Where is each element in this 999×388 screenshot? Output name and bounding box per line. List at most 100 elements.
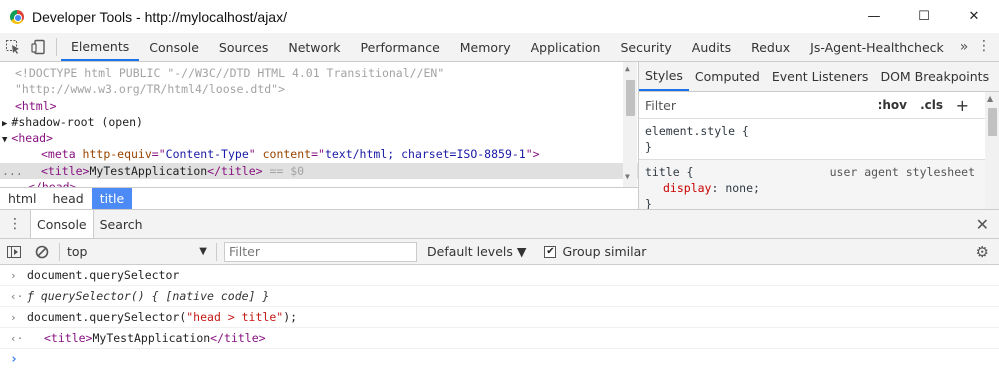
result-arrow-icon: ‹· [10,290,24,303]
group-similar-checkbox[interactable]: ✔ Group similar [544,244,646,259]
dom-token: =" [311,147,325,162]
result-arrow-icon: ‹· [10,332,24,345]
drawer-menu-icon[interactable]: ⋮ [0,210,30,238]
elements-dom-tree[interactable]: <!DOCTYPE html PUBLIC "-//W3C//DTD HTML … [0,62,638,187]
close-drawer-icon[interactable]: ✕ [976,215,989,234]
console-toolbar: top ▼ Default levels ▼ ✔ Group similar ⚙ [0,239,999,265]
console-filter-input[interactable] [224,241,417,262]
more-tabs-chevron-icon[interactable]: » [960,39,969,55]
customize-menu-icon[interactable]: ⋮ [977,38,991,54]
console-output-line[interactable]: ‹· <title>MyTestApplication</title> [0,328,999,349]
dom-token: "http://www.w3.org/TR/html4/loose.dtd"> [15,82,286,97]
styles-scrollbar[interactable]: ▲ [985,92,999,209]
styles-scroll-up-icon[interactable]: ▲ [987,94,993,103]
hover-state-toggle[interactable]: :hov [878,98,907,112]
tab-network[interactable]: Network [278,33,350,61]
prompt-chevron-icon: › [10,269,17,282]
class-toggle[interactable]: .cls [920,98,943,112]
css-property-name[interactable]: display [663,181,711,195]
styles-scrollbar-thumb[interactable] [988,108,997,136]
console-input-line[interactable]: › document.querySelector("head > title"); [0,307,999,328]
expand-triangle-icon[interactable]: ▼ [2,135,7,145]
show-sidebar-icon[interactable] [0,245,28,258]
dom-node-line[interactable]: </head> [0,179,638,187]
execution-context-select[interactable]: top ▼ [63,244,213,259]
dom-token: =" [151,147,166,162]
tab-redux[interactable]: Redux [741,33,800,61]
console-token: document.querySelector [27,268,180,282]
console-token: document.querySelector( [27,310,187,324]
console-settings-gear-icon[interactable]: ⚙ [976,243,989,261]
checkbox-check-icon[interactable]: ✔ [544,245,557,258]
close-window-button[interactable]: ✕ [949,0,999,33]
console-output[interactable]: › document.querySelector ‹· ƒ querySelector… [0,265,999,388]
drawer-tab-search[interactable]: Search [94,210,149,238]
dom-tree-scrollbar-thumb[interactable] [626,80,635,116]
drawer-tab-console[interactable]: Console [30,210,94,238]
tab-application[interactable]: Application [521,33,611,61]
element-style-rule[interactable]: element.style { } [639,119,999,160]
dom-token: "> [525,147,540,162]
styles-filter-input[interactable] [645,97,845,113]
styles-tab-computed[interactable]: Computed [689,62,766,91]
tab-performance[interactable]: Performance [351,33,450,61]
tab-js-agent-healthcheck[interactable]: Js-Agent-Healthcheck [800,33,954,61]
breadcrumb-item-title[interactable]: title [91,188,133,209]
dom-node-line[interactable]: "http://www.w3.org/TR/html4/loose.dtd"> [0,81,638,97]
console-output-line[interactable]: ‹· ƒ querySelector() { [native code] } [0,286,999,307]
tab-console[interactable]: Console [139,33,209,61]
tab-sources[interactable]: Sources [209,33,278,61]
drawer-tabs-bar: ⋮ Console Search ✕ [0,209,999,239]
console-toolbar-separator [216,242,217,261]
dom-node-line[interactable]: <html> [0,98,638,114]
node-actions-ellipsis-icon[interactable]: ... [2,163,23,179]
console-token: <title> [44,331,93,345]
log-levels-dropdown[interactable]: Default levels ▼ [427,244,526,259]
tab-memory[interactable]: Memory [450,33,521,61]
clear-console-icon[interactable] [28,245,56,259]
console-prompt-line[interactable]: › [0,349,999,370]
console-toolbar-separator [59,242,60,261]
console-input-line[interactable]: › document.querySelector [0,265,999,286]
styles-tab-styles[interactable]: Styles [639,62,689,91]
expand-triangle-icon[interactable]: ▶ [2,119,7,129]
breadcrumb-item-head[interactable]: head [44,188,91,209]
dom-token: " [248,147,263,162]
styles-pane-tabs: Styles Computed Event Listeners DOM Breakpo… [639,62,999,92]
styles-more-chevron-icon[interactable]: » [995,62,999,91]
chevron-down-icon: ▼ [199,246,207,257]
dom-node-line[interactable]: ▼ <head> [0,130,638,146]
console-token: </title> [210,331,266,345]
scroll-up-arrow-icon[interactable]: ▲ [625,64,630,73]
chrome-logo-icon [10,9,24,24]
new-style-rule-icon[interactable]: + [956,96,969,115]
styles-tab-dom-breakpoints[interactable]: DOM Breakpoints [874,62,995,91]
maximize-button[interactable]: ☐ [899,0,949,33]
console-token: ); [283,310,298,324]
css-property-value[interactable]: none; [725,181,760,195]
inspect-element-icon[interactable] [0,33,26,61]
rule-source: user agent stylesheet [829,165,975,179]
dom-token: <head> [11,131,53,146]
dom-tree-scrollbar[interactable]: ▲ ▼ [623,62,637,187]
dom-node-line[interactable]: ... <title>MyTestApplication</title> == $… [0,162,638,180]
element-style-selector: element.style { [645,124,749,138]
prompt-chevron-icon: › [10,311,17,324]
dom-token: == $0 [262,163,305,178]
dom-node-line[interactable]: ▶ #shadow-root (open) [0,114,638,130]
dom-token: <html> [15,98,57,113]
tab-elements[interactable]: Elements [61,33,140,61]
tab-audits[interactable]: Audits [682,33,741,61]
dom-node-line[interactable]: <meta http-equiv="Content-Type" content=… [0,146,638,162]
dom-token: <title> [41,163,90,178]
breadcrumb-item-html[interactable]: html [0,188,44,209]
dom-token: text/html; charset=ISO-8859-1 [324,147,526,162]
tab-security[interactable]: Security [610,33,681,61]
scroll-down-arrow-icon[interactable]: ▼ [625,172,630,181]
title-style-rule[interactable]: title { user agent stylesheet display: n… [639,160,999,209]
window-title-bar: Developer Tools - http://mylocalhost/aja… [0,0,999,33]
styles-tab-event-listeners[interactable]: Event Listeners [766,62,875,91]
minimize-button[interactable]: — [849,0,899,33]
dom-node-line[interactable]: <!DOCTYPE html PUBLIC "-//W3C//DTD HTML … [0,65,638,81]
device-toolbar-icon[interactable] [26,33,52,61]
